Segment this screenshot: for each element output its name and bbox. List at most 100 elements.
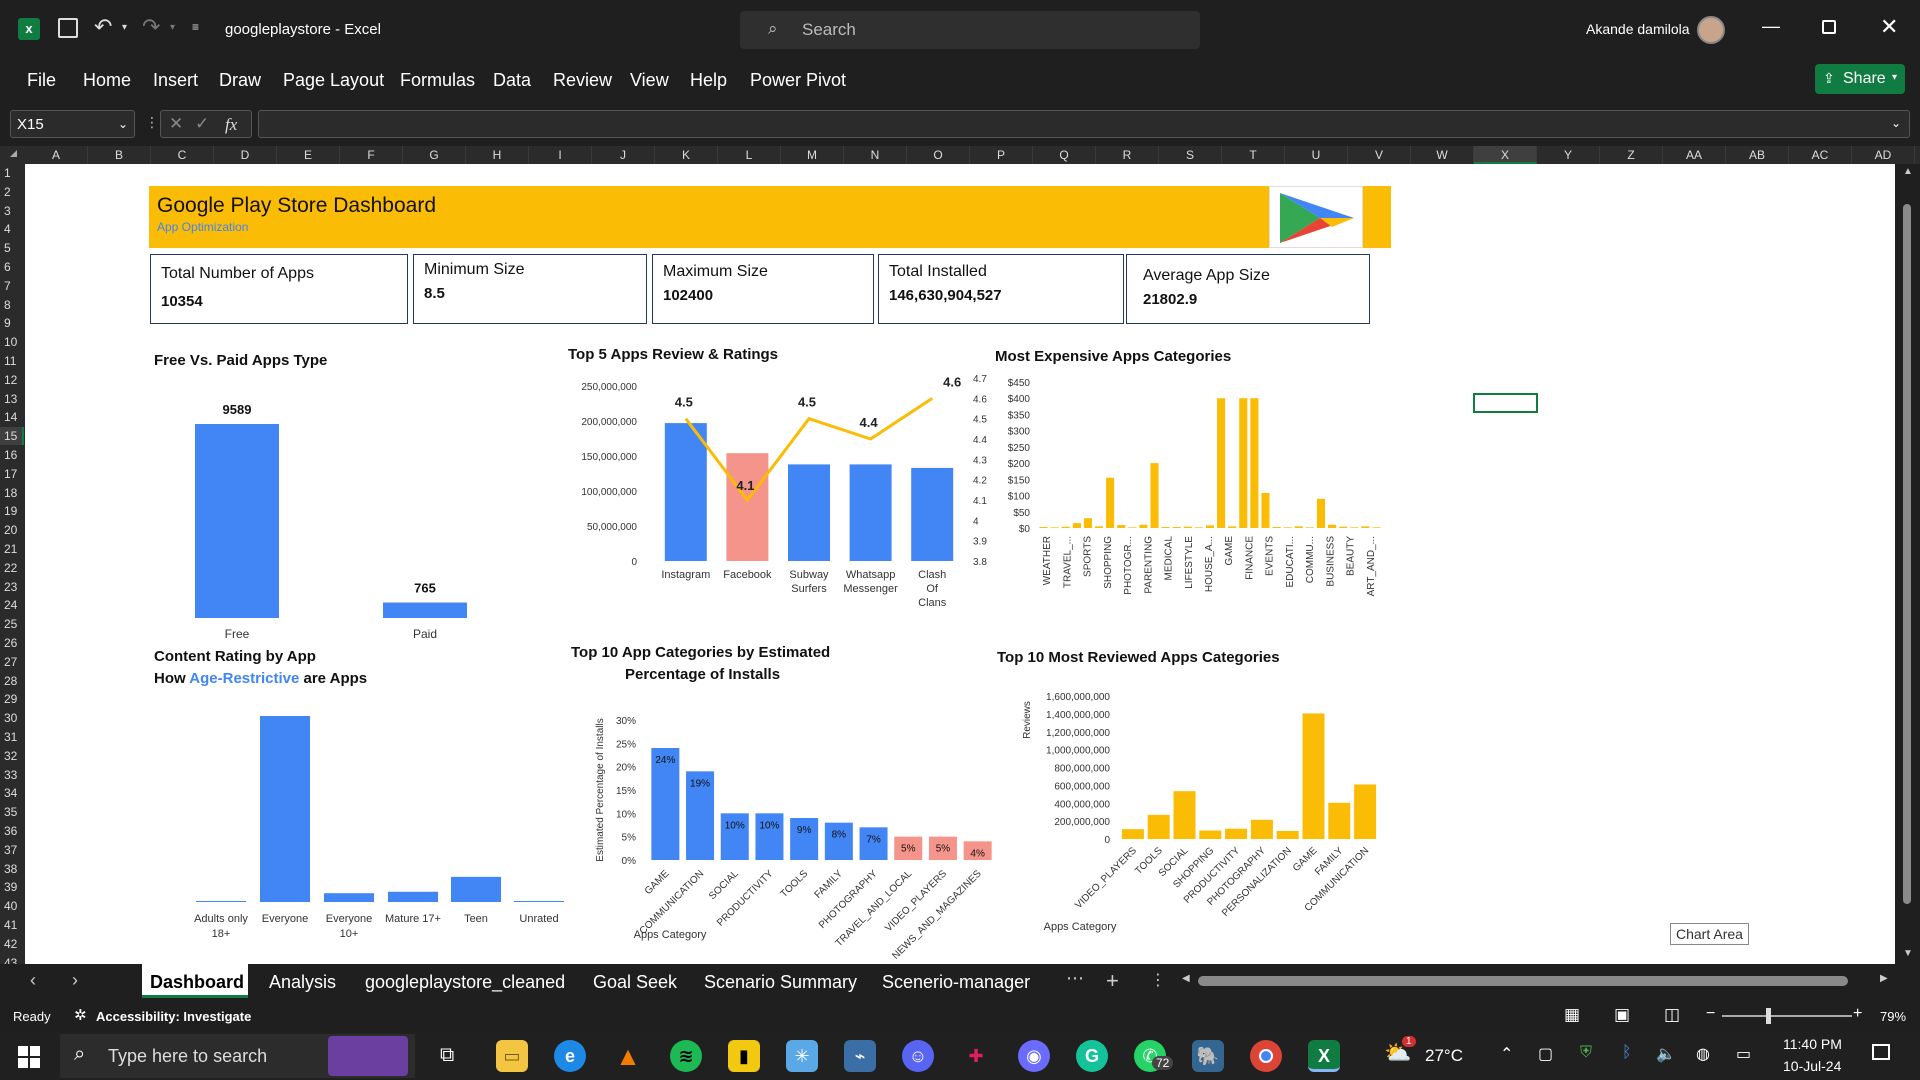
column-header[interactable]: A <box>25 146 88 164</box>
grammarly-icon[interactable]: G <box>1076 1040 1108 1072</box>
row-header[interactable]: 31 <box>0 728 24 746</box>
page-break-view-icon[interactable]: ◫ <box>1664 1005 1680 1025</box>
row-header[interactable]: 25 <box>0 615 24 633</box>
column-header[interactable]: T <box>1222 146 1285 164</box>
column-header[interactable]: X <box>1474 146 1537 164</box>
column-header[interactable]: M <box>781 146 844 164</box>
zoom-slider[interactable] <box>1722 1015 1852 1017</box>
scroll-up-icon[interactable]: ▲ <box>1903 166 1913 177</box>
tab-page-layout[interactable]: Page Layout <box>283 70 384 91</box>
tray-bluetooth-icon[interactable]: ᛒ <box>1622 1044 1632 1062</box>
redo-icon[interactable]: ↷ <box>142 14 160 40</box>
column-header[interactable]: W <box>1411 146 1474 164</box>
column-header[interactable]: D <box>214 146 277 164</box>
column-header[interactable]: C <box>151 146 214 164</box>
row-header[interactable]: 38 <box>0 860 24 878</box>
share-button[interactable]: ⇪ Share ▾ <box>1815 64 1905 94</box>
tray-language-icon[interactable]: ◍ <box>1696 1044 1710 1064</box>
scroll-left-icon[interactable]: ◀ <box>1182 973 1190 984</box>
row-header[interactable]: 3 <box>0 202 24 220</box>
column-header[interactable]: K <box>655 146 718 164</box>
clock-time[interactable]: 11:40 PM <box>1783 1036 1842 1052</box>
obs-icon[interactable]: ◉ <box>1018 1040 1050 1072</box>
row-header[interactable]: 19 <box>0 502 24 520</box>
column-header[interactable]: G <box>403 146 466 164</box>
sheet-options-icon[interactable]: ⋮ <box>1150 970 1166 990</box>
column-header[interactable]: O <box>907 146 970 164</box>
insert-function-icon[interactable]: fx <box>225 115 237 135</box>
row-header[interactable]: 17 <box>0 465 24 483</box>
column-header[interactable]: J <box>592 146 655 164</box>
tray-battery-icon[interactable]: ▭ <box>1736 1044 1751 1064</box>
row-header[interactable]: 33 <box>0 766 24 784</box>
row-header[interactable]: 7 <box>0 277 24 295</box>
tray-camera-icon[interactable]: ▢ <box>1538 1044 1553 1064</box>
column-header[interactable]: R <box>1096 146 1159 164</box>
undo-dropdown-icon[interactable]: ▾ <box>122 22 127 33</box>
postgres-icon[interactable]: 🐘 <box>1192 1040 1224 1072</box>
save-icon[interactable] <box>58 18 78 38</box>
row-header[interactable]: 5 <box>0 239 24 257</box>
column-header[interactable]: P <box>970 146 1033 164</box>
zoom-slider-thumb[interactable] <box>1766 1008 1771 1024</box>
column-header[interactable]: U <box>1285 146 1348 164</box>
enter-icon[interactable]: ✓ <box>195 114 209 134</box>
row-header[interactable]: 6 <box>0 258 24 276</box>
zoom-out-icon[interactable]: − <box>1706 1005 1715 1023</box>
row-header[interactable]: 42 <box>0 935 24 953</box>
tab-home[interactable]: Home <box>83 70 131 91</box>
scroll-down-icon[interactable]: ▼ <box>1903 948 1913 959</box>
tab-view[interactable]: View <box>630 70 669 91</box>
row-header[interactable]: 35 <box>0 803 24 821</box>
excel-taskbar-icon[interactable]: X <box>1308 1040 1340 1072</box>
name-box[interactable]: X15 ⌄ <box>10 110 135 138</box>
cancel-icon[interactable]: ✕ <box>169 114 183 134</box>
tray-security-icon[interactable]: ⛨ <box>1580 1044 1592 1062</box>
column-header[interactable]: N <box>844 146 907 164</box>
vlc-icon[interactable]: ▲ <box>612 1040 644 1072</box>
row-header[interactable]: 28 <box>0 672 24 690</box>
row-header[interactable]: 11 <box>0 352 24 370</box>
more-icon[interactable]: ⋮ <box>145 114 159 131</box>
row-header[interactable]: 34 <box>0 784 24 802</box>
row-header[interactable]: 21 <box>0 540 24 558</box>
select-all-corner[interactable] <box>10 150 17 157</box>
sheet-tab-cleaned[interactable]: googleplaystore_cleaned <box>365 972 565 993</box>
close-icon[interactable]: ✕ <box>1880 14 1898 40</box>
row-header[interactable]: 24 <box>0 596 24 614</box>
row-header[interactable]: 16 <box>0 446 24 464</box>
chart-expensive[interactable]: $450 $400 $350 $300 $250 $200 $150 $100 $50 $0 WEA… <box>990 368 1390 628</box>
chart-reviewed[interactable]: 1,600,000,000 1,400,000,000 1,200,000,000 1… <box>990 674 1390 944</box>
row-header[interactable]: 18 <box>0 484 24 502</box>
mysql-icon[interactable]: ⌁ <box>844 1040 876 1072</box>
undo-icon[interactable]: ↶ <box>94 14 112 40</box>
zoom-level[interactable]: 79% <box>1880 1009 1906 1024</box>
row-header[interactable]: 22 <box>0 559 24 577</box>
row-header[interactable]: 27 <box>0 653 24 671</box>
tab-help[interactable]: Help <box>690 70 727 91</box>
customize-toolbar-icon[interactable]: ≡ <box>192 20 199 34</box>
row-header[interactable]: 23 <box>0 578 24 596</box>
vertical-scrollbar[interactable]: ▲ ▼ <box>1895 164 1920 964</box>
scroll-right-icon[interactable]: ▶ <box>1880 973 1888 984</box>
row-header[interactable]: 12 <box>0 371 24 389</box>
taskbar-search-box[interactable]: ⌕ Type here to search <box>60 1034 415 1078</box>
discord-icon[interactable]: ☺ <box>902 1040 934 1072</box>
accessibility-icon[interactable]: ✲ <box>74 1006 87 1024</box>
tab-review[interactable]: Review <box>553 70 612 91</box>
column-header[interactable]: F <box>340 146 403 164</box>
chart-top5[interactable]: 250,000,000 200,000,000 150,000,000 100,000… <box>555 364 1015 614</box>
slack-icon[interactable]: ✚ <box>960 1040 992 1072</box>
worksheet-grid[interactable]: Google Play Store Dashboard App Optimiza… <box>25 164 1895 964</box>
normal-view-icon[interactable]: ▦ <box>1564 1005 1580 1025</box>
row-header[interactable]: 15 <box>0 427 24 446</box>
column-header[interactable]: AD <box>1852 146 1915 164</box>
row-header[interactable]: 30 <box>0 709 24 727</box>
page-layout-view-icon[interactable]: ▣ <box>1614 1005 1630 1025</box>
tab-data[interactable]: Data <box>493 70 531 91</box>
row-header[interactable]: 4 <box>0 220 24 238</box>
row-header[interactable]: 10 <box>0 333 24 351</box>
row-header[interactable]: 2 <box>0 183 24 201</box>
more-sheets-icon[interactable]: ⋯ <box>1066 968 1084 989</box>
row-header[interactable]: 40 <box>0 897 24 915</box>
